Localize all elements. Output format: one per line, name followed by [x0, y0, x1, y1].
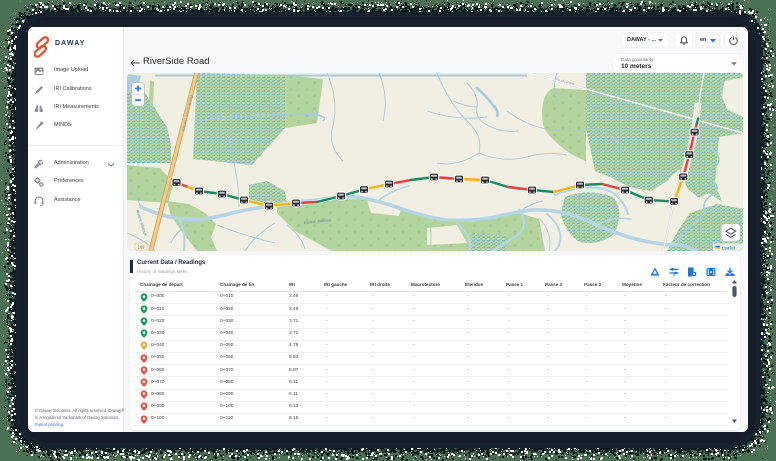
svg-text:169: 169 [138, 245, 146, 250]
svg-text:Leaflet: Leaflet [722, 245, 736, 250]
